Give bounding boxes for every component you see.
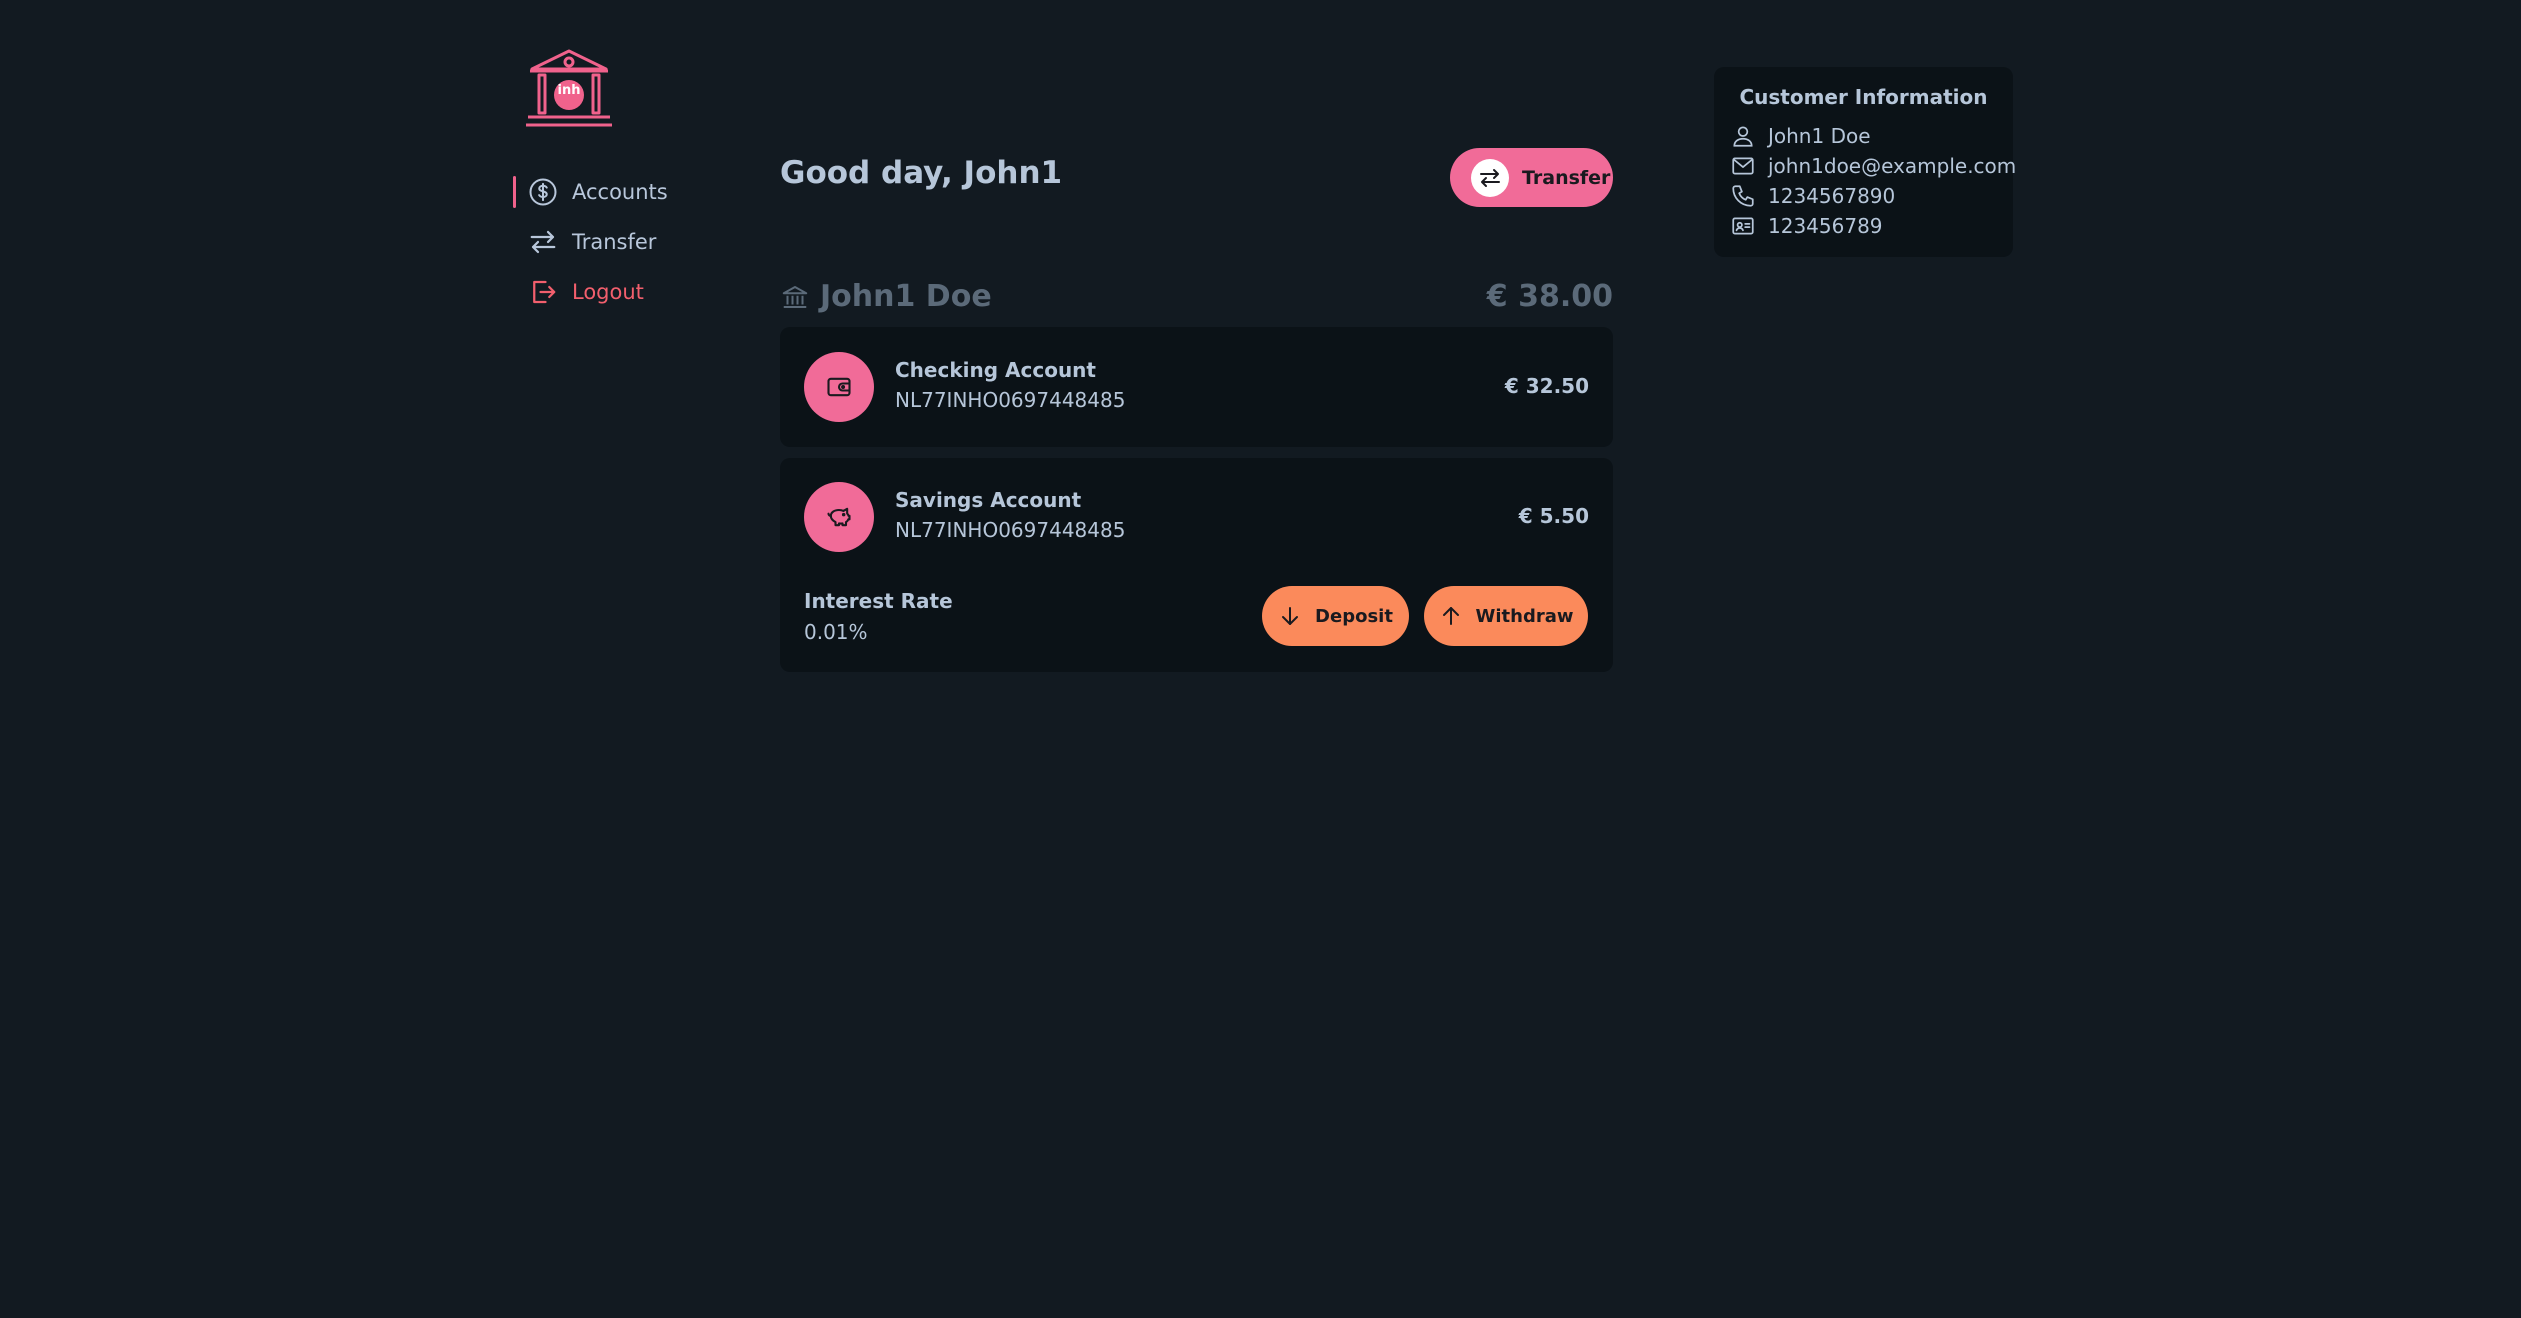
arrows-exchange-icon: [1480, 168, 1500, 187]
id-card-icon: [1732, 217, 1754, 235]
sidebar-item-accounts[interactable]: Accounts: [528, 172, 668, 212]
account-balance: € 32.50: [1504, 374, 1589, 398]
account-balance: € 5.50: [1518, 504, 1589, 528]
customer-email: john1doe@example.com: [1768, 154, 2017, 178]
arrow-down-icon: [1282, 607, 1299, 625]
account-name: Savings Account: [895, 488, 1082, 512]
interest-rate-label: Interest Rate: [804, 589, 953, 613]
customer-info-panel: Customer Information John1 Doe john1doe@…: [1714, 67, 2016, 257]
sidebar-item-label: Accounts: [572, 180, 668, 204]
customer-phone: 1234567890: [1768, 184, 1896, 208]
checking-account-card[interactable]: Checking Account NL77INHO0697448485 € 32…: [780, 327, 1613, 447]
account-owner-name: John1 Doe: [820, 279, 992, 314]
piggy-bank-icon-circle: [804, 482, 874, 552]
customer-info-title: Customer Information: [1739, 85, 1988, 109]
account-iban: NL77INHO0697448485: [895, 518, 1126, 542]
deposit-button-label: Deposit: [1315, 605, 1393, 627]
user-icon: [1733, 126, 1753, 147]
customer-phone-row: 1234567890: [1730, 183, 1895, 209]
sidebar-item-label: Transfer: [572, 230, 657, 254]
logo-text: inh: [557, 83, 581, 98]
bank-logo[interactable]: inh: [526, 47, 612, 129]
savings-account-card[interactable]: Savings Account NL77INHO0697448485 € 5.5…: [780, 458, 1613, 672]
customer-name-row: John1 Doe: [1730, 123, 1871, 149]
transfer-icon-circle: [1471, 158, 1509, 197]
customer-name: John1 Doe: [1768, 124, 1871, 148]
owner-total-balance: € 38.00: [1486, 279, 1613, 314]
customer-id-row: 123456789: [1730, 213, 1883, 239]
account-name: Checking Account: [895, 358, 1096, 382]
piggy-bank-icon: [827, 507, 851, 527]
customer-email-row: john1doe@example.com: [1730, 153, 2016, 179]
withdraw-button[interactable]: Withdraw: [1424, 586, 1588, 646]
bank-icon: [780, 282, 810, 312]
logout-icon: [533, 280, 556, 304]
interest-rate-value: 0.01%: [804, 620, 868, 644]
sidebar-item-transfer[interactable]: Transfer: [528, 222, 656, 262]
wallet-icon-circle: [804, 352, 874, 422]
greeting-title: Good day, John1: [780, 155, 1063, 191]
dollar-circle-icon: [529, 178, 557, 206]
mail-icon: [1732, 157, 1754, 175]
wallet-icon: [827, 377, 851, 397]
arrow-up-icon: [1442, 607, 1459, 625]
transfer-button[interactable]: Transfer: [1450, 148, 1613, 207]
deposit-button[interactable]: Deposit: [1262, 586, 1409, 646]
sidebar-item-logout[interactable]: Logout: [528, 272, 644, 312]
transfer-button-label: Transfer: [1522, 166, 1611, 189]
account-iban: NL77INHO0697448485: [895, 388, 1126, 412]
active-nav-indicator: [513, 176, 516, 208]
phone-icon: [1732, 185, 1754, 207]
customer-id: 123456789: [1768, 214, 1883, 238]
withdraw-button-label: Withdraw: [1475, 605, 1574, 627]
arrows-exchange-icon: [530, 230, 556, 254]
sidebar-item-label: Logout: [572, 280, 644, 304]
